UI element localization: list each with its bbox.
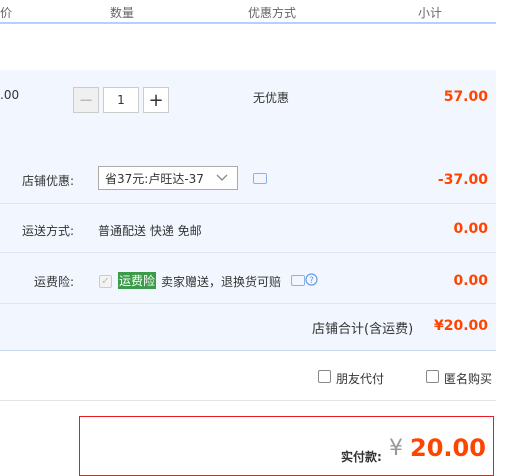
- shipping-value: 普通配送 快递 免邮: [98, 224, 202, 238]
- quantity-input[interactable]: 1: [103, 87, 139, 113]
- header-quantity: 数量: [110, 6, 135, 20]
- item-discount: 无优惠: [253, 91, 290, 105]
- insurance-badge: 运费险: [118, 272, 157, 289]
- item-price: .00: [0, 88, 20, 102]
- item-subtotal: 57.00: [443, 89, 488, 105]
- divider: [0, 252, 496, 253]
- shipping-amount: 0.00: [453, 221, 488, 237]
- payment-amount: 20.00: [410, 434, 486, 462]
- header-discount: 优惠方式: [248, 6, 297, 20]
- payment-label: 实付款:: [341, 450, 382, 464]
- shop-discount-select[interactable]: 省37元:卢旺达-37: [98, 166, 238, 190]
- friend-pay-checkbox[interactable]: [318, 370, 331, 383]
- shop-discount-amount: -37.00: [437, 172, 488, 188]
- divider: [0, 303, 496, 304]
- header-price: 价: [0, 6, 13, 20]
- payment-currency: ¥: [389, 436, 403, 461]
- insurance-checkbox: ✓: [99, 275, 112, 288]
- shop-total-label: 店铺合计(含运费): [312, 322, 414, 337]
- increase-button[interactable]: +: [143, 87, 169, 113]
- insurance-label: 运费险:: [33, 275, 74, 289]
- insurance-text: 卖家赠送，退换货可赔: [161, 275, 282, 289]
- decrease-button[interactable]: −: [73, 87, 99, 113]
- anonymous-checkbox[interactable]: [426, 370, 439, 383]
- friend-pay-label: 朋友代付: [336, 372, 385, 386]
- chat-icon[interactable]: [291, 275, 305, 286]
- shop-total-amount: ¥20.00: [433, 318, 488, 334]
- header-divider: [0, 22, 496, 24]
- chevron-down-icon: [216, 174, 228, 181]
- chat-icon[interactable]: [253, 173, 267, 184]
- insurance-amount: 0.00: [453, 273, 488, 289]
- divider: [0, 203, 496, 204]
- table-header: 价 数量 优惠方式 小计: [0, 0, 512, 22]
- shop-discount-label: 店铺优惠:: [21, 174, 74, 188]
- quantity-stepper: − 1 +: [73, 87, 169, 113]
- anonymous-label: 匿名购买: [444, 372, 492, 386]
- divider: [0, 400, 496, 401]
- help-icon[interactable]: ?: [305, 273, 318, 286]
- svg-text:?: ?: [309, 276, 314, 286]
- shop-discount-selected: 省37元:卢旺达-37: [105, 171, 204, 186]
- shipping-label: 运送方式:: [21, 224, 74, 238]
- divider: [0, 350, 496, 351]
- header-subtotal: 小计: [418, 6, 443, 20]
